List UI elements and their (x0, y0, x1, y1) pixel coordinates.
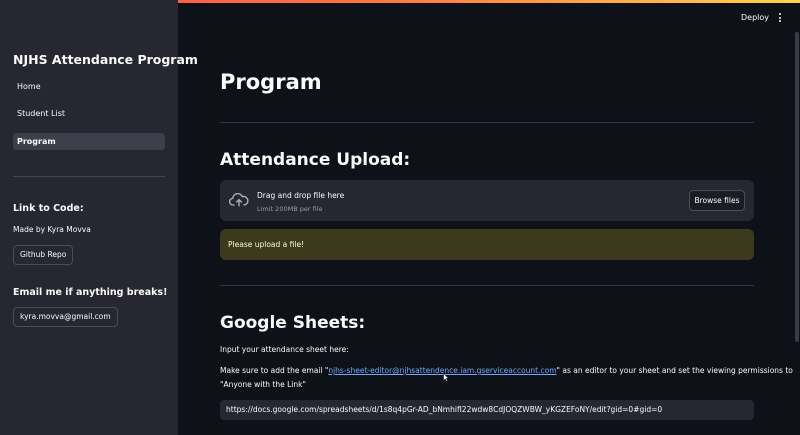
instructions-line: Make sure to add the email "njhs-sheet-e… (220, 366, 793, 375)
instructions-before: Make sure to add the email " (220, 366, 329, 375)
sidebar-divider (13, 176, 165, 177)
code-heading: Link to Code: (13, 203, 84, 214)
sidebar: NJHS Attendance Program Home Student Lis… (0, 0, 198, 435)
upload-heading: Attendance Upload: (220, 150, 411, 170)
sheet-url-input[interactable]: https://docs.google.com/spreadsheets/d/1… (220, 400, 754, 420)
app-title: NJHS Attendance Program (13, 52, 198, 67)
email-button[interactable]: kyra.movva@gmail.com (13, 307, 118, 327)
browse-files-button[interactable]: Browse files (689, 190, 745, 211)
divider (220, 285, 754, 286)
github-repo-button[interactable]: Github Repo (13, 245, 74, 265)
made-by-text: Made by Kyra Movva (13, 225, 91, 234)
email-heading: Email me if anything breaks! (13, 287, 168, 298)
kebab-menu-icon[interactable] (776, 12, 784, 24)
page-title: Program (220, 70, 322, 94)
divider (220, 122, 754, 123)
sheets-heading: Google Sheets: (220, 313, 366, 333)
instructions-after: " as an editor to your sheet and set the… (556, 366, 793, 375)
sidebar-item-student-list[interactable]: Student List (13, 105, 165, 122)
scrollbar[interactable] (795, 32, 799, 342)
sidebar-item-program[interactable]: Program (13, 133, 165, 150)
file-uploader-dropzone[interactable]: Drag and drop file here Limit 200MB per … (220, 180, 754, 221)
sidebar-item-home[interactable]: Home (13, 78, 165, 95)
deploy-button[interactable]: Deploy (741, 13, 769, 22)
mouse-cursor-icon (443, 373, 449, 382)
instructions-line-2: "Anyone with the Link" (220, 380, 306, 389)
dropzone-limit: Limit 200MB per file (257, 205, 323, 213)
warning-alert: Please upload a file! (220, 229, 754, 260)
cloud-upload-icon (229, 193, 249, 207)
sheet-prompt: Input your attendance sheet here: (220, 345, 349, 354)
dropzone-title: Drag and drop file here (257, 191, 345, 200)
